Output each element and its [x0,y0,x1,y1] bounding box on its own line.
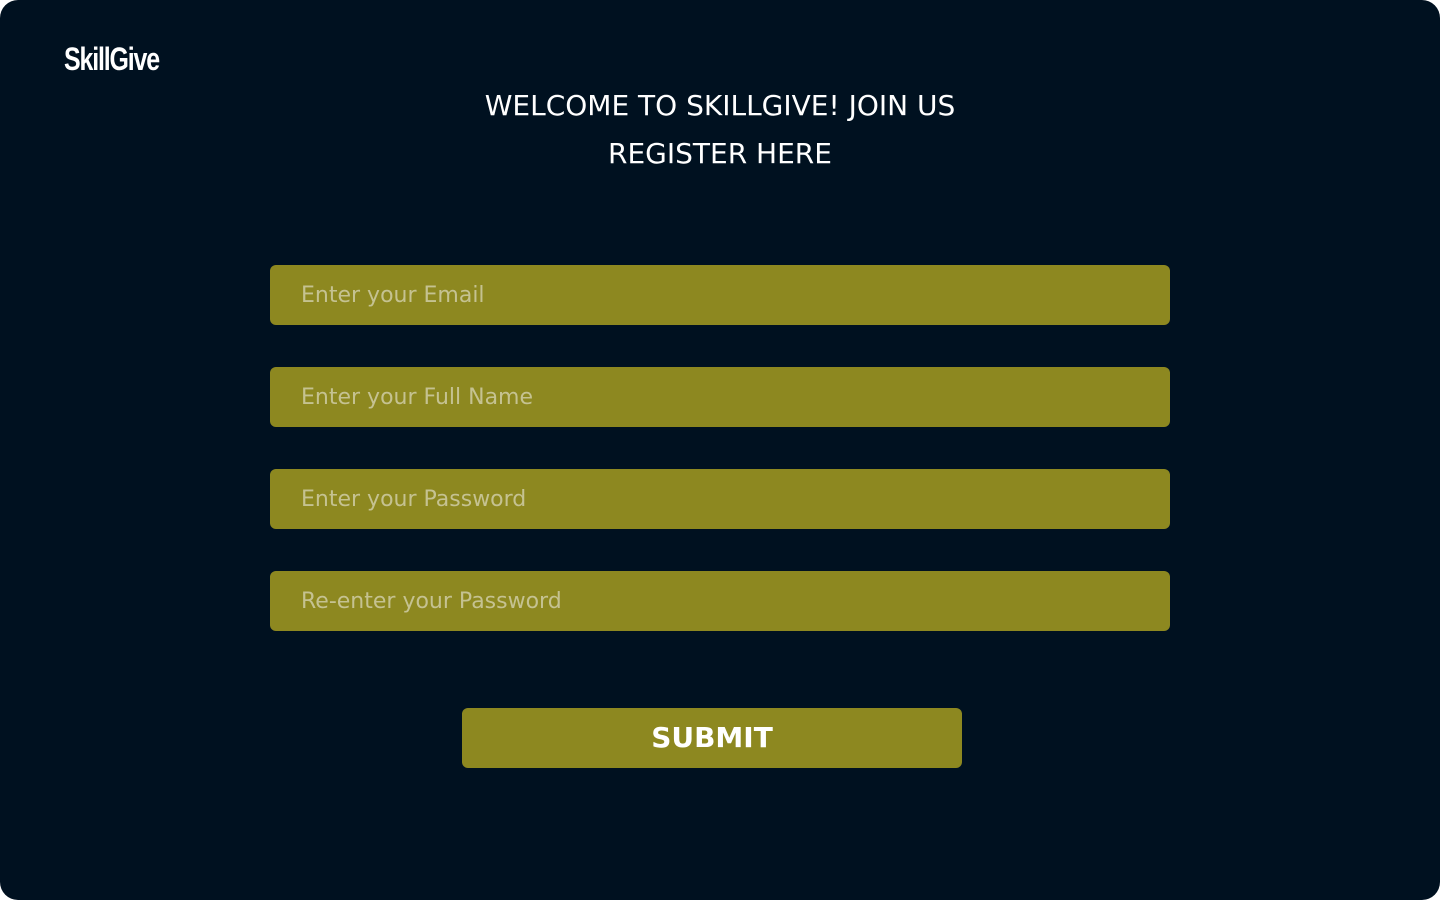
register-screen: SkillGive WELCOME TO SKILLGIVE! JOIN US … [0,0,1440,900]
page-title: WELCOME TO SKILLGIVE! JOIN US [484,89,956,122]
email-field[interactable] [270,265,1170,325]
password-field[interactable] [270,469,1170,529]
page-subtitle: REGISTER HERE [608,137,832,170]
skillgive-logo[interactable]: SkillGive [64,38,160,80]
submit-button[interactable]: SUBMIT [462,708,962,768]
full-name-field[interactable] [270,367,1170,427]
confirm-password-field[interactable] [270,571,1170,631]
